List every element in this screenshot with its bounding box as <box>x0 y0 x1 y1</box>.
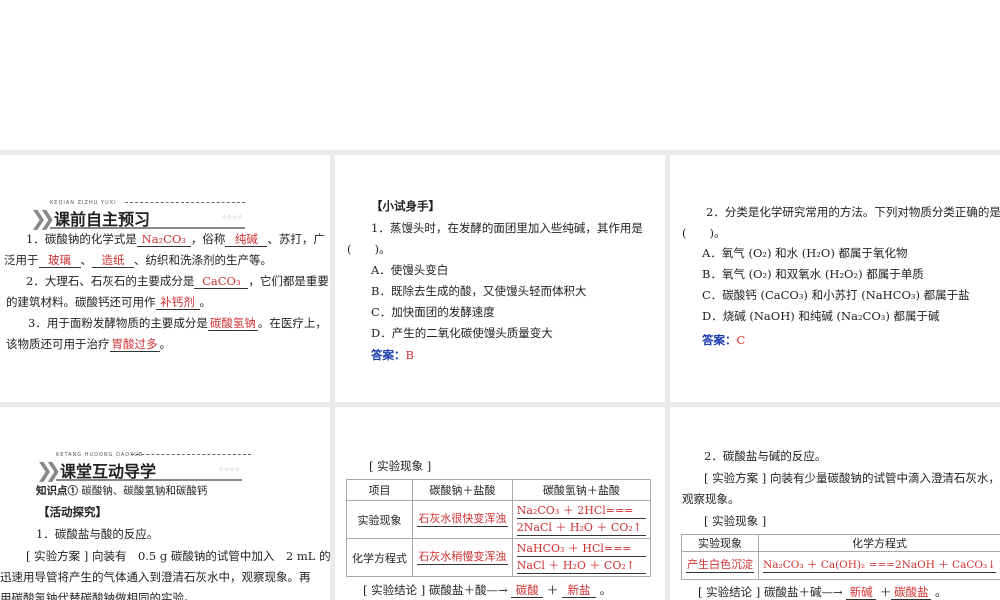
plan-line-2: 迅速用导管将产生的气体通入到澄清石灰水中，观察现象。再 <box>0 570 311 584</box>
option-d: D．产生的二氧化碳使馒头质量变大 <box>371 326 553 340</box>
option-d: D．烧碱 (NaOH) 和纯碱 (Na₂CO₃) 都属于碱 <box>702 309 940 323</box>
step-2: 2．碳酸盐与碱的反应。 <box>704 449 827 463</box>
option-b: B．既除去生成的酸，又使馒头轻而体积大 <box>371 284 587 298</box>
slide-preview: KEQIAN ZIZHU YUXI ❯❯ 课前自主预习 ☆☆☆☆ 1．碳酸钠的化… <box>0 155 330 402</box>
option-a: A．使馒头变白 <box>371 263 449 277</box>
step-1: 1．碳酸盐与酸的反应。 <box>36 527 159 541</box>
slide-quiz-2: 2．分类是化学研究常用的方法。下列对物质分类正确的是 ( )。 A．氧气 (O₂… <box>670 155 1000 402</box>
option-c: C．加快面团的发酵速度 <box>371 305 495 319</box>
table-header: 碳酸氢钠＋盐酸 <box>511 479 652 501</box>
table-header: 碳酸钠＋盐酸 <box>411 479 513 501</box>
quiz-stem: 2．分类是化学研究常用的方法。下列对物质分类正确的是 <box>706 205 1000 219</box>
question-2-cont: 的建筑材料。碳酸钙还可用作 补钙剂。 <box>6 295 211 310</box>
question-3: 3．用于面粉发酵物质的主要成分是 碳酸氢钠 。在医疗上， <box>28 316 327 331</box>
knowledge-point: 知识点① 碳酸钠、碳酸氢钠和碳酸钙 <box>36 485 208 497</box>
quiz-stem: 1．蒸馒头时，在发酵的面团里加入些纯碱，其作用是 <box>371 221 643 235</box>
question-1-cont: 泛用于 玻璃、造纸 、纺织和洗涤剂的生产等。 <box>4 253 272 268</box>
option-c: C．碳酸钙 (CaCO₃) 和小苏打 (NaHCO₃) 都属于盐 <box>702 288 970 302</box>
option-b: B．氧气 (O₂) 和双氧水 (H₂O₂) 都属于单质 <box>702 267 924 281</box>
quiz-paren: ( )。 <box>347 242 391 256</box>
exp-heading: [ 实验现象 ] <box>369 459 432 473</box>
exp-heading: [ 实验现象 ] <box>704 514 767 528</box>
table-header: 项目 <box>346 479 413 501</box>
activity-heading: 【活动探究】 <box>38 505 107 519</box>
plan-line-2: 观察现象。 <box>682 492 740 506</box>
slide-experiment-1: [ 实验现象 ] 项目 碳酸钠＋盐酸 碳酸氢钠＋盐酸 实验现象 石灰水很快变浑浊 Na₂… <box>335 407 665 600</box>
conclusion: [ 实验结论 ] 碳酸盐＋酸—→ 碳酸 ＋ 新盐 。 <box>363 583 612 598</box>
table-header: 实验现象 <box>680 534 760 552</box>
quiz-paren: ( )。 <box>682 226 726 240</box>
experiment-table: 实验现象 化学方程式 产生白色沉淀 Na₂CO₃ ＋ Ca(OH)₂ ===2NaO… <box>680 534 1000 580</box>
slide-quiz-1: 【小试身手】 1．蒸馒头时，在发酵的面团里加入些纯碱，其作用是 ( )。 A．使… <box>335 155 665 402</box>
chevron-icon: ❯❯ <box>30 206 55 230</box>
option-a: A．氧气 (O₂) 和水 (H₂O) 都属于氧化物 <box>702 246 908 260</box>
plan-line-3: 用碳酸氢钠代替碳酸钠做相同的实验。 <box>0 591 196 600</box>
section-header: KETANG HUDONG DAOXUE ❯❯ 课堂互动导学 ☆☆☆☆ <box>36 452 251 482</box>
slide-guide: KETANG HUDONG DAOXUE ❯❯ 课堂互动导学 ☆☆☆☆ 知识点①… <box>0 407 330 600</box>
table-header: 化学方程式 <box>758 534 1000 552</box>
quiz-heading: 【小试身手】 <box>371 199 440 213</box>
table-row: 化学方程式 石灰水稍慢变浑浊 NaHCO₃ ＋ HCl=== NaCl ＋ H₂O ＋… <box>346 538 652 577</box>
slide-experiment-2: 2．碳酸盐与碱的反应。 [ 实验方案 ] 向装有少量碳酸钠的试管中滴入澄清石灰水… <box>670 407 1000 600</box>
experiment-table: 项目 碳酸钠＋盐酸 碳酸氢钠＋盐酸 实验现象 石灰水很快变浑浊 Na₂CO₃ ＋ 2HC… <box>346 479 652 577</box>
table-row: 产生白色沉淀 Na₂CO₃ ＋ Ca(OH)₂ ===2NaOH ＋ CaCO₃↓ <box>680 551 1000 580</box>
table-row: 实验现象 石灰水很快变浑浊 Na₂CO₃ ＋ 2HCl=== 2NaCl ＋ H₂O … <box>346 500 652 539</box>
question-3-cont: 该物质还可用于治疗 胃酸过多。 <box>6 337 171 352</box>
stars-icon: ☆☆☆☆ <box>218 466 240 473</box>
conclusion: [ 实验结论 ] 碳酸盐＋碱—→ 新碱 ＋碳酸盐 。 <box>698 585 947 600</box>
question-1: 1．碳酸钠的化学式是 Na₂CO₃ ，俗称 纯碱 、苏打，广 <box>26 232 325 247</box>
answer: 答案：C <box>702 333 746 347</box>
answer: 答案：B <box>371 348 414 362</box>
question-2: 2．大理石、石灰石的主要成分是 CaCO₃ ，它们都是重要 <box>26 274 329 289</box>
stars-icon: ☆☆☆☆ <box>221 214 243 221</box>
plan-line-1: [ 实验方案 ] 向装有少量碳酸钠的试管中滴入澄清石灰水， <box>704 471 1000 485</box>
section-header: KEQIAN ZIZHU YUXI ❯❯ 课前自主预习 ☆☆☆☆ <box>30 200 245 230</box>
chevron-icon: ❯❯ <box>36 458 61 482</box>
plan-line-1: [ 实验方案 ] 向装有 0.5 g 碳酸钠的试管中加入 2 mL 的盐酸， <box>26 549 330 563</box>
